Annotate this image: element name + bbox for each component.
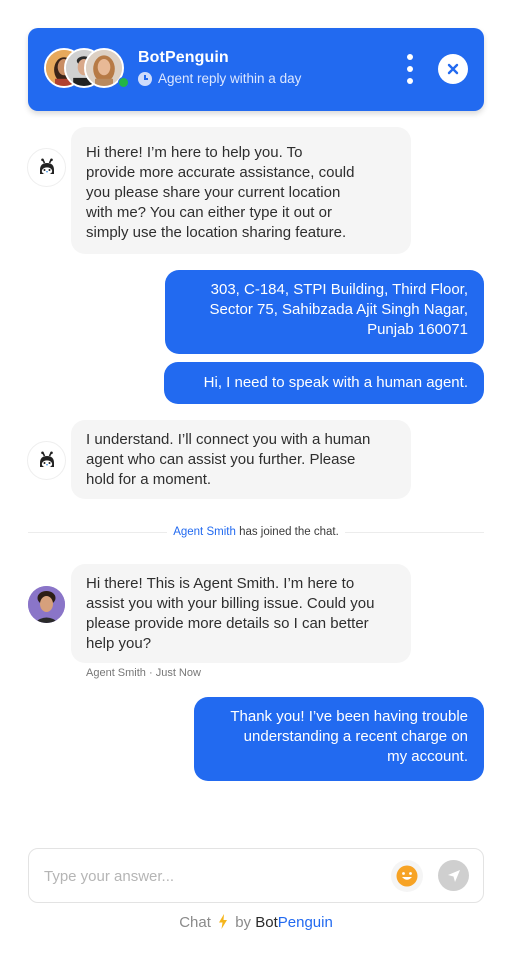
agent-joined-notice: Agent Smith has joined the chat. xyxy=(28,524,485,540)
user-message-bubble: 303, C-184, STPI Building, Third Floor, … xyxy=(165,270,484,354)
message-meta: Agent Smith · Just Now xyxy=(86,667,201,679)
powered-by-footer: Chat by BotPenguin xyxy=(179,914,333,931)
bolt-icon xyxy=(218,914,228,931)
penguin-bot-icon xyxy=(39,451,54,468)
agent-avatars-group xyxy=(44,48,134,90)
chat-title: BotPenguin xyxy=(138,49,229,66)
clock-icon xyxy=(138,71,152,86)
joined-text: has joined the chat. xyxy=(239,526,339,538)
more-vertical-icon xyxy=(407,54,413,60)
bot-message-bubble: Hi there! I’m here to help you. To provi… xyxy=(71,127,411,254)
send-button[interactable] xyxy=(438,860,469,891)
agent-message-bubble: Hi there! This is Agent Smith. I’m here … xyxy=(71,564,411,663)
more-options-button[interactable] xyxy=(402,52,418,86)
message-composer xyxy=(28,848,484,903)
divider xyxy=(344,531,485,533)
chat-header: BotPenguin Agent reply within a day xyxy=(28,28,484,111)
online-status-dot xyxy=(118,77,129,88)
close-icon xyxy=(447,63,459,75)
penguin-bot-icon xyxy=(39,158,54,175)
message-input[interactable] xyxy=(44,865,364,887)
bot-avatar xyxy=(27,441,66,480)
divider xyxy=(28,531,168,533)
agent-name-link[interactable]: Agent Smith xyxy=(173,526,236,538)
agent-avatar xyxy=(28,586,65,623)
reply-time-status: Agent reply within a day xyxy=(138,71,301,86)
smile-icon xyxy=(396,865,418,887)
user-message-bubble: Hi, I need to speak with a human agent. xyxy=(164,362,484,404)
user-message-bubble: Thank you! I’ve been having trouble unde… xyxy=(194,697,484,781)
reply-time-text: Agent reply within a day xyxy=(158,71,302,86)
emoji-button[interactable] xyxy=(391,860,423,892)
bot-message-bubble: I understand. I’ll connect you with a hu… xyxy=(71,420,411,499)
brand-link[interactable]: BotPenguin xyxy=(255,914,333,931)
bot-avatar xyxy=(27,148,66,187)
close-chat-button[interactable] xyxy=(438,54,468,84)
send-icon xyxy=(447,869,460,882)
